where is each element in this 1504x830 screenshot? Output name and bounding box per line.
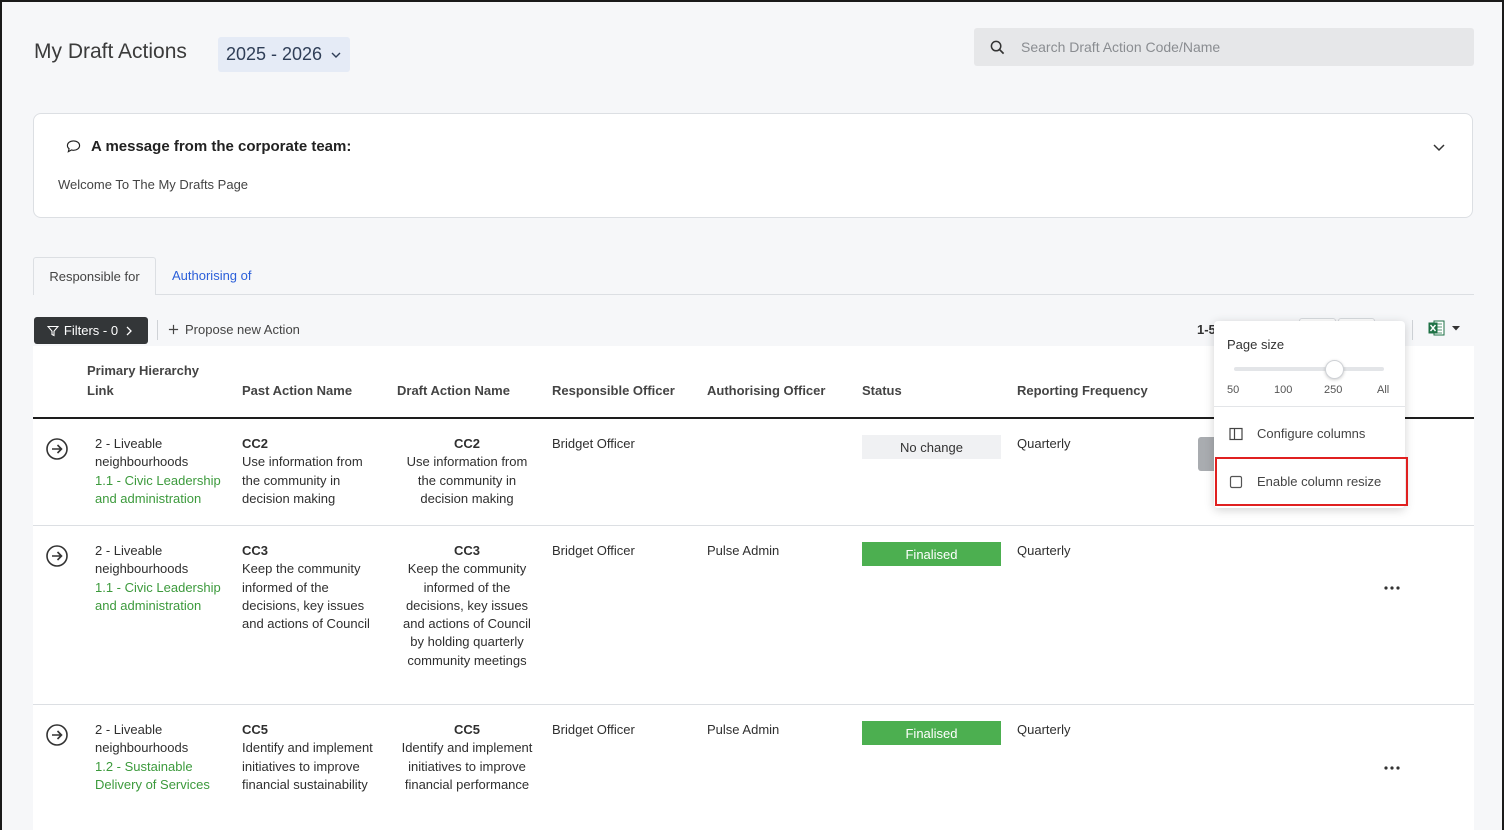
pagination-range: 1-5 <box>1197 322 1216 337</box>
hierarchy-level-2-link[interactable]: 1.2 - Sustainable Delivery of Services <box>95 758 230 795</box>
configure-columns-label: Configure columns <box>1257 426 1366 441</box>
reporting-frequency: Quarterly <box>1017 436 1071 451</box>
page-size-tick: 100 <box>1274 384 1293 396</box>
column-header-authorising-officer[interactable]: Authorising Officer <box>707 381 825 401</box>
tabs-divider <box>33 294 1474 295</box>
arrow-circle-right-icon[interactable] <box>45 544 69 568</box>
page-size-label: Page size <box>1227 337 1285 352</box>
arrow-circle-right-icon[interactable] <box>45 437 69 461</box>
reporting-frequency: Quarterly <box>1017 543 1071 558</box>
past-action-code: CC2 <box>242 436 269 451</box>
propose-action-label: Propose new Action <box>185 322 300 337</box>
past-action-cell: CC5 Identify and implement initiatives t… <box>242 721 382 794</box>
checkbox-icon[interactable] <box>1229 475 1243 489</box>
message-heading: A message from the corporate team: <box>66 138 351 155</box>
filters-button[interactable]: Filters - 0 <box>34 317 148 344</box>
draft-action-code: CC5 <box>453 722 480 737</box>
status-badge: Finalised <box>862 721 1001 745</box>
arrow-circle-right-icon[interactable] <box>45 723 69 747</box>
table-row[interactable]: 2 - Liveable neighbourhoods 1.2 - Sustai… <box>33 705 1474 830</box>
speech-bubble-icon <box>66 140 81 153</box>
past-action-code: CC3 <box>242 543 269 558</box>
table-settings-popup: Page size 50 100 250 All Configure colum… <box>1214 321 1405 508</box>
table-row[interactable]: 2 - Liveable neighbourhoods 1.1 - Civic … <box>33 526 1474 705</box>
column-header-responsible-officer[interactable]: Responsible Officer <box>552 381 675 401</box>
past-action-name: Identify and implement initiatives to im… <box>242 740 373 792</box>
hierarchy-cell: 2 - Liveable neighbourhoods 1.2 - Sustai… <box>95 721 230 794</box>
message-heading-text: A message from the corporate team: <box>91 138 352 155</box>
hierarchy-level-2-link[interactable]: 1.1 - Civic Leadership and administratio… <box>95 579 230 616</box>
configure-columns-item[interactable]: Configure columns <box>1229 426 1365 441</box>
more-options-icon[interactable] <box>1383 583 1401 593</box>
column-header-status[interactable]: Status <box>862 381 902 401</box>
status-badge: No change <box>862 435 1001 459</box>
page-size-slider-track[interactable] <box>1234 367 1384 371</box>
filter-icon <box>46 325 59 336</box>
column-header-past-action[interactable]: Past Action Name <box>242 381 352 401</box>
enable-column-resize-item[interactable]: Enable column resize <box>1229 474 1381 489</box>
message-card: A message from the corporate team: Welco… <box>33 113 1473 218</box>
draft-action-cell: CC5 Identify and implement initiatives t… <box>397 721 537 794</box>
plus-icon <box>168 324 179 335</box>
column-header-draft-action[interactable]: Draft Action Name <box>397 381 510 401</box>
page-size-tick: 250 <box>1324 384 1343 396</box>
authorising-officer: Pulse Admin <box>707 543 780 558</box>
tab-responsible-for[interactable]: Responsible for <box>33 257 156 295</box>
past-action-code: CC5 <box>242 722 269 737</box>
chevron-down-icon[interactable] <box>1432 140 1446 154</box>
hierarchy-cell: 2 - Liveable neighbourhoods 1.1 - Civic … <box>95 435 230 508</box>
draft-action-cell: CC2 Use information from the community i… <box>397 435 537 508</box>
reporting-frequency: Quarterly <box>1017 722 1071 737</box>
hierarchy-cell: 2 - Liveable neighbourhoods 1.1 - Civic … <box>95 542 230 615</box>
responsible-officer: Bridget Officer <box>552 722 635 737</box>
draft-action-cell: CC3 Keep the community informed of the d… <box>397 542 537 670</box>
past-action-cell: CC2 Use information from the community i… <box>242 435 382 508</box>
caret-down-icon <box>1452 326 1460 331</box>
popup-divider <box>1214 406 1405 407</box>
year-select[interactable]: 2025 - 2026 <box>218 37 350 72</box>
column-header-reporting-frequency[interactable]: Reporting Frequency <box>1017 381 1148 401</box>
search-input[interactable] <box>1019 38 1443 56</box>
year-select-value: 2025 - 2026 <box>225 44 323 64</box>
chevron-right-icon <box>126 326 132 335</box>
past-action-name: Use information from the community in de… <box>242 454 363 506</box>
column-header-hierarchy[interactable]: Primary Hierarchy Link <box>87 361 227 401</box>
propose-action-button[interactable]: Propose new Action <box>168 322 300 337</box>
search-box[interactable] <box>974 28 1474 66</box>
responsible-officer: Bridget Officer <box>552 543 635 558</box>
toolbar-divider <box>1412 320 1413 340</box>
more-options-icon[interactable] <box>1383 763 1401 773</box>
status-badge: Finalised <box>862 542 1001 566</box>
page-size-tick: 50 <box>1227 384 1240 396</box>
message-text: Welcome To The My Drafts Page <box>58 177 249 192</box>
hierarchy-level-2-link[interactable]: 1.1 - Civic Leadership and administratio… <box>95 472 230 509</box>
responsible-officer: Bridget Officer <box>552 436 635 451</box>
page-title: My Draft Actions <box>34 40 187 63</box>
past-action-cell: CC3 Keep the community informed of the d… <box>242 542 382 633</box>
draft-action-name: Identify and implement initiatives to im… <box>401 740 533 792</box>
search-icon <box>990 40 1005 54</box>
excel-icon <box>1428 320 1445 336</box>
page-size-tick: All <box>1377 384 1390 396</box>
draft-action-code: CC2 <box>453 436 480 451</box>
export-excel-button[interactable] <box>1428 320 1461 336</box>
hierarchy-level-1: 2 - Liveable neighbourhoods <box>95 543 189 577</box>
tab-authorising-of[interactable]: Authorising of <box>172 268 252 283</box>
draft-action-name: Use information from the community in de… <box>406 454 528 506</box>
toolbar-divider <box>157 320 158 340</box>
enable-column-resize-label: Enable column resize <box>1257 474 1382 489</box>
draft-action-code: CC3 <box>453 543 480 558</box>
columns-icon <box>1229 427 1243 440</box>
authorising-officer: Pulse Admin <box>707 722 780 737</box>
chevron-down-icon <box>331 52 341 58</box>
page-size-slider-handle[interactable] <box>1325 360 1344 379</box>
draft-action-name: Keep the community informed of the decis… <box>403 561 531 668</box>
filters-label: Filters - 0 <box>63 323 119 338</box>
hierarchy-level-1: 2 - Liveable neighbourhoods <box>95 722 189 756</box>
past-action-name: Keep the community informed of the decis… <box>242 561 370 632</box>
hierarchy-level-1: 2 - Liveable neighbourhoods <box>95 436 189 470</box>
